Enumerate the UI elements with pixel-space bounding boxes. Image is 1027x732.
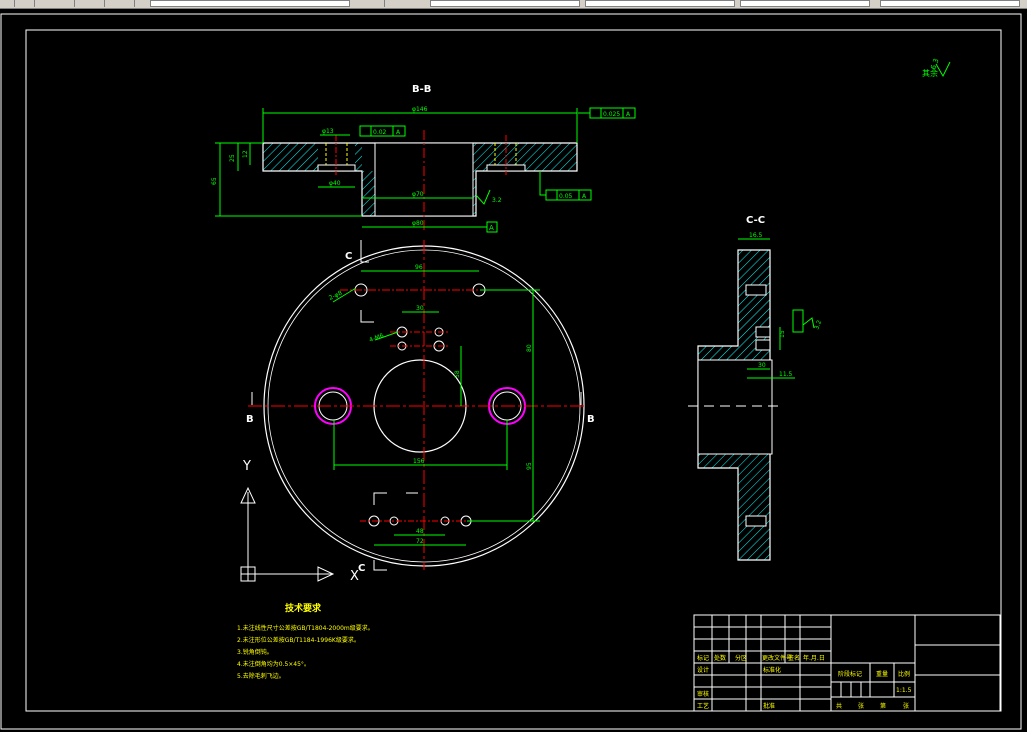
svg-text:A: A bbox=[582, 193, 587, 200]
svg-text:处数: 处数 bbox=[714, 654, 726, 662]
datum-a-marker: A bbox=[476, 221, 498, 233]
roughness-note: 其余 6.3 bbox=[922, 57, 951, 78]
technical-notes: 技术要求 1.未注线性尺寸公差按GB/T1804-2000m级要求。 2.未注形… bbox=[237, 602, 374, 680]
svg-text:156: 156 bbox=[413, 458, 425, 465]
svg-text:标准化: 标准化 bbox=[763, 666, 781, 674]
plotstyle-dropdown[interactable] bbox=[880, 0, 1020, 7]
svg-text:张: 张 bbox=[903, 702, 909, 710]
lineweight-dropdown[interactable] bbox=[740, 0, 870, 7]
drawing-canvas[interactable]: 其余 6.3 B-B φ146 65 25 12 φ70 φ80 φ40 φ13… bbox=[0, 8, 1027, 732]
linetype-dropdown[interactable] bbox=[585, 0, 735, 7]
title-block bbox=[693, 614, 1001, 712]
svg-text:72: 72 bbox=[416, 538, 424, 545]
svg-text:设计: 设计 bbox=[697, 666, 709, 674]
svg-text:A: A bbox=[626, 111, 631, 118]
svg-text:A: A bbox=[489, 224, 494, 232]
svg-text:0.05: 0.05 bbox=[559, 193, 573, 200]
svg-text:φ13: φ13 bbox=[322, 128, 334, 135]
svg-text:工艺: 工艺 bbox=[697, 702, 709, 710]
tolerance-frame-flat: 0.025 A bbox=[578, 107, 636, 119]
svg-text:12: 12 bbox=[242, 150, 249, 158]
svg-text:阶段标记: 阶段标记 bbox=[838, 670, 862, 678]
svg-text:标记: 标记 bbox=[697, 654, 709, 662]
svg-text:3.2: 3.2 bbox=[813, 319, 823, 331]
drawing-frame bbox=[25, 29, 1002, 712]
svg-text:共: 共 bbox=[836, 702, 842, 710]
svg-text:φ70: φ70 bbox=[412, 191, 424, 198]
color-dropdown[interactable] bbox=[430, 0, 580, 7]
svg-text:65: 65 bbox=[211, 177, 218, 185]
toolbar-button[interactable] bbox=[120, 0, 135, 7]
svg-text:3.2: 3.2 bbox=[492, 197, 502, 204]
note-line-5: 5.去除毛刺飞边。 bbox=[237, 672, 285, 680]
cut-label-b-right: B bbox=[587, 414, 595, 425]
ucs-icon: Y X bbox=[240, 459, 359, 584]
toolbar-button[interactable] bbox=[370, 0, 385, 7]
svg-text:φ40: φ40 bbox=[329, 180, 341, 187]
svg-text:Y: Y bbox=[242, 459, 251, 474]
svg-text:16.5: 16.5 bbox=[749, 232, 763, 239]
roughness-symbol-bb: 3.2 bbox=[475, 189, 502, 205]
cut-label-c-bottom: C bbox=[358, 563, 365, 574]
note-line-1: 1.未注线性尺寸公差按GB/T1804-2000m级要求。 bbox=[237, 624, 374, 632]
tolerance-frame-perp2: 0.05 A bbox=[539, 171, 592, 201]
svg-text:审核: 审核 bbox=[697, 690, 709, 698]
view-title-cc: C-C bbox=[746, 215, 765, 226]
svg-text:年.月.日: 年.月.日 bbox=[803, 654, 825, 662]
svg-text:X: X bbox=[350, 569, 359, 584]
toolbar-button[interactable] bbox=[60, 0, 75, 7]
note-line-4: 4.未注倒角均为0.5×45°。 bbox=[237, 660, 310, 668]
toolbar-button[interactable] bbox=[20, 0, 35, 7]
svg-text:分区: 分区 bbox=[735, 654, 747, 662]
svg-text:批准: 批准 bbox=[763, 702, 775, 710]
notes-heading: 技术要求 bbox=[285, 602, 322, 614]
drawing-svg: 其余 6.3 B-B φ146 65 25 12 φ70 φ80 φ40 φ13… bbox=[0, 13, 1022, 730]
svg-text:48: 48 bbox=[416, 528, 424, 535]
svg-text:A: A bbox=[396, 129, 401, 136]
svg-text:φ80: φ80 bbox=[412, 220, 424, 227]
svg-text:第: 第 bbox=[880, 702, 886, 710]
svg-text:11.5: 11.5 bbox=[779, 371, 793, 378]
tolerance-frame-perp: 0.02 A bbox=[359, 125, 406, 137]
toolbar-button[interactable] bbox=[0, 0, 15, 7]
svg-text:25: 25 bbox=[229, 154, 236, 162]
svg-text:4-M6: 4-M6 bbox=[368, 332, 385, 344]
layer-dropdown[interactable] bbox=[150, 0, 350, 7]
view-title-bb: B-B bbox=[412, 84, 431, 95]
svg-text:96: 96 bbox=[415, 264, 423, 271]
svg-text:φ146: φ146 bbox=[412, 106, 428, 113]
section-view-cc: C-C 16.5 15 30 11.5 3.2 bbox=[688, 215, 823, 561]
note-line-2: 2.未注形位公差按GB/T1184-1996K级要求。 bbox=[237, 636, 360, 644]
section-view-bb: B-B φ146 65 25 12 φ70 φ80 φ40 φ13 0.02 A… bbox=[211, 84, 636, 233]
svg-text:0.02: 0.02 bbox=[373, 129, 387, 136]
cut-label-b-left: B bbox=[246, 414, 254, 425]
svg-text:0.025: 0.025 bbox=[603, 111, 620, 118]
svg-text:95: 95 bbox=[526, 462, 533, 470]
svg-text:30: 30 bbox=[416, 305, 424, 312]
svg-text:签名: 签名 bbox=[788, 654, 800, 662]
svg-text:重量: 重量 bbox=[876, 670, 888, 678]
svg-text:张: 张 bbox=[858, 702, 864, 710]
cut-label-c-top: C bbox=[345, 251, 352, 262]
plan-view: C C B B 96 30 156 80 95 58 48 72 2-φ8 4-… bbox=[246, 240, 595, 574]
svg-text:80: 80 bbox=[526, 344, 533, 352]
svg-text:30: 30 bbox=[758, 362, 766, 369]
svg-text:1:1.5: 1:1.5 bbox=[896, 687, 912, 694]
toolbar-button[interactable] bbox=[90, 0, 105, 7]
svg-text:58: 58 bbox=[454, 370, 461, 378]
svg-text:比例: 比例 bbox=[898, 670, 910, 678]
note-line-3: 3.锐角倒钝。 bbox=[237, 648, 273, 656]
svg-text:15: 15 bbox=[779, 330, 786, 338]
sheet-border bbox=[0, 13, 1022, 730]
